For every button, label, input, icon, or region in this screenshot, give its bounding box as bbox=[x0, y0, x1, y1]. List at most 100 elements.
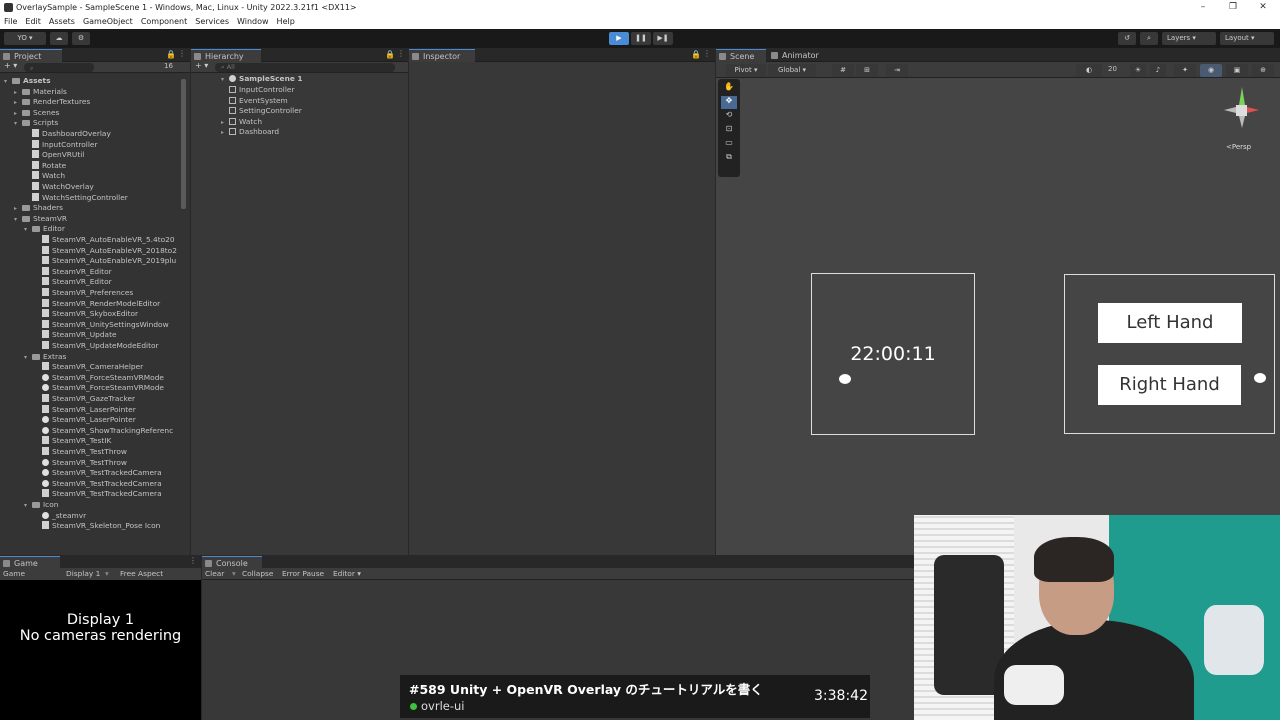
gizmo-center[interactable] bbox=[1236, 105, 1247, 116]
restore-button[interactable]: ❐ bbox=[1218, 0, 1248, 15]
camera-settings-icon[interactable]: ▣ bbox=[1226, 64, 1248, 77]
display-dropdown[interactable]: Display 1 bbox=[66, 568, 100, 580]
rotate-tool-icon[interactable]: ⟲ bbox=[721, 110, 737, 123]
collab-icon[interactable]: ⚙ bbox=[72, 32, 90, 45]
effects-icon[interactable]: ✦ bbox=[1174, 64, 1196, 77]
layout-dropdown[interactable]: Layout ▾ bbox=[1220, 32, 1274, 45]
project-item[interactable]: ▾ Icon bbox=[24, 500, 58, 511]
x-axis-cone[interactable] bbox=[1247, 107, 1259, 113]
project-item[interactable]: ▸ Scenes bbox=[14, 108, 59, 119]
project-item[interactable]: SteamVR_CameraHelper bbox=[34, 362, 143, 373]
project-item[interactable]: SteamVR_TestTrackedCamera bbox=[34, 479, 162, 490]
editor-dropdown[interactable]: Editor ▾ bbox=[333, 568, 361, 580]
project-item[interactable]: SteamVR_TestThrow bbox=[34, 447, 127, 458]
menu-file[interactable]: File bbox=[0, 15, 21, 29]
increment-snap-icon[interactable]: ⇥ bbox=[886, 64, 908, 77]
project-item[interactable]: SteamVR_ForceSteamVRMode bbox=[34, 383, 164, 394]
hand-tool-icon[interactable]: ✋ bbox=[721, 82, 737, 95]
scale-tool-icon[interactable]: ⊡ bbox=[721, 124, 737, 137]
project-item[interactable]: SteamVR_LaserPointer bbox=[34, 415, 136, 426]
project-item[interactable]: SteamVR_AutoEnableVR_2018to2 bbox=[34, 245, 177, 257]
project-item[interactable]: SteamVR_UpdateModeEditor bbox=[34, 341, 159, 352]
project-item[interactable]: SteamVR_Skeleton_Pose Icon bbox=[34, 521, 160, 532]
hierarchy-item[interactable]: SettingController bbox=[221, 106, 302, 117]
scene-orientation-gizmo[interactable] bbox=[1221, 87, 1261, 137]
minimize-button[interactable]: – bbox=[1188, 0, 1218, 15]
aspect-dropdown[interactable]: Free Aspect bbox=[120, 568, 163, 580]
menu-component[interactable]: Component bbox=[137, 15, 191, 29]
layers-dropdown[interactable]: Layers ▾ bbox=[1162, 32, 1216, 45]
project-item[interactable]: ▸ Shaders bbox=[14, 203, 63, 214]
lock-icon[interactable]: 🔒 bbox=[385, 50, 395, 59]
grid-toggle-icon[interactable]: # bbox=[832, 64, 854, 77]
hierarchy-item[interactable]: EventSystem bbox=[221, 96, 288, 107]
expand-arrow-icon[interactable]: ▾ bbox=[4, 77, 12, 88]
menu-window[interactable]: Window bbox=[233, 15, 273, 29]
scene-root[interactable]: ▾ SampleScene 1 bbox=[221, 74, 303, 85]
more-menu-icon[interactable]: ⋮ bbox=[178, 49, 186, 58]
add-icon[interactable]: + ▾ bbox=[4, 61, 17, 70]
expand-arrow-icon[interactable]: ▾ bbox=[14, 215, 22, 226]
project-item[interactable]: SteamVR_LaserPointer bbox=[34, 404, 136, 416]
project-item[interactable]: SteamVR_Editor bbox=[34, 277, 112, 288]
audio-icon[interactable]: ♪ bbox=[1150, 64, 1166, 77]
tab-animator[interactable]: Animator bbox=[768, 49, 828, 62]
hierarchy-item[interactable]: ▸ Dashboard bbox=[221, 127, 279, 138]
project-scrollbar[interactable] bbox=[181, 79, 186, 209]
project-item[interactable]: SteamVR_TestTrackedCamera bbox=[34, 489, 162, 500]
project-item[interactable]: SteamVR_GazeTracker bbox=[34, 394, 135, 405]
step-button[interactable]: ▶❚ bbox=[653, 32, 673, 45]
project-item[interactable]: SteamVR_TestIK bbox=[34, 436, 111, 447]
collapse-button[interactable]: Collapse bbox=[242, 568, 273, 580]
lighting-icon[interactable]: ☀ bbox=[1130, 64, 1146, 77]
menu-services[interactable]: Services bbox=[191, 15, 233, 29]
project-item[interactable]: WatchOverlay bbox=[24, 182, 94, 193]
expand-arrow-icon[interactable]: ▾ bbox=[221, 75, 229, 86]
project-item[interactable]: OpenVRUtil bbox=[24, 150, 84, 161]
snap-icon[interactable]: ⊞ bbox=[856, 64, 878, 77]
project-item[interactable]: SteamVR_TestTrackedCamera bbox=[34, 468, 162, 479]
project-search-input[interactable]: ⌕ bbox=[24, 63, 94, 72]
hierarchy-item[interactable]: InputController bbox=[221, 85, 295, 96]
account-dropdown[interactable]: YO ▾ bbox=[4, 32, 46, 45]
expand-arrow-icon[interactable]: ▾ bbox=[24, 225, 32, 236]
project-item[interactable]: SteamVR_AutoEnableVR_5.4to20 bbox=[34, 235, 175, 246]
dropdown-arrow-icon[interactable]: ▾ bbox=[232, 568, 236, 580]
neg-x-cone[interactable] bbox=[1224, 107, 1236, 113]
watch-time-text[interactable]: 22:00:11 bbox=[811, 343, 975, 365]
search-icon[interactable]: ⌕ bbox=[1140, 32, 1158, 45]
project-item[interactable]: SteamVR_Update bbox=[34, 330, 117, 341]
tab-inspector[interactable]: Inspector bbox=[409, 49, 475, 62]
cloud-icon[interactable]: ☁ bbox=[50, 32, 68, 45]
gizmos-icon[interactable]: ⊕ bbox=[1252, 64, 1274, 77]
move-tool-icon[interactable]: ✥ bbox=[721, 96, 737, 109]
error-pause-button[interactable]: Error Pause bbox=[282, 568, 324, 580]
render-mode-icon[interactable]: ◐ bbox=[1076, 64, 1102, 77]
project-item[interactable]: ▾ Scripts bbox=[14, 118, 58, 129]
project-item[interactable]: InputController bbox=[24, 139, 98, 151]
project-item[interactable]: SteamVR_RenderModelEditor bbox=[34, 298, 160, 310]
project-item[interactable]: ▸ Materials bbox=[14, 87, 67, 98]
project-item[interactable]: SteamVR_UnitySettingsWindow bbox=[34, 319, 169, 331]
more-menu-icon[interactable]: ⋮ bbox=[703, 49, 711, 58]
tab-scene[interactable]: Scene bbox=[716, 49, 766, 62]
project-item[interactable]: SteamVR_Editor bbox=[34, 266, 112, 278]
global-dropdown[interactable]: Global ▾ bbox=[768, 64, 816, 77]
dashboard-canvas-frame[interactable] bbox=[1064, 274, 1275, 434]
hierarchy-search-input[interactable]: ⌕ All bbox=[215, 63, 395, 72]
project-item[interactable]: SteamVR_Preferences bbox=[34, 288, 133, 299]
game-mode-dropdown[interactable]: Game bbox=[3, 568, 25, 580]
project-item[interactable]: ▾ Assets bbox=[4, 76, 50, 87]
left-hand-button[interactable]: Left Hand bbox=[1098, 303, 1242, 343]
expand-arrow-icon[interactable]: ▾ bbox=[24, 501, 32, 512]
project-item[interactable]: _steamvr bbox=[34, 511, 86, 522]
project-item[interactable]: DashboardOverlay bbox=[24, 129, 111, 140]
pivot-dropdown[interactable]: Pivot ▾ bbox=[726, 64, 766, 77]
lock-icon[interactable]: 🔒 bbox=[166, 50, 176, 59]
pause-button[interactable]: ❚❚ bbox=[631, 32, 651, 45]
add-icon[interactable]: + ▾ bbox=[195, 61, 208, 70]
project-item[interactable]: ▾ Editor bbox=[24, 224, 65, 235]
neg-y-cone[interactable] bbox=[1239, 116, 1245, 128]
project-item[interactable]: SteamVR_AutoEnableVR_2019plu bbox=[34, 256, 176, 267]
expand-arrow-icon[interactable]: ▾ bbox=[14, 119, 22, 130]
